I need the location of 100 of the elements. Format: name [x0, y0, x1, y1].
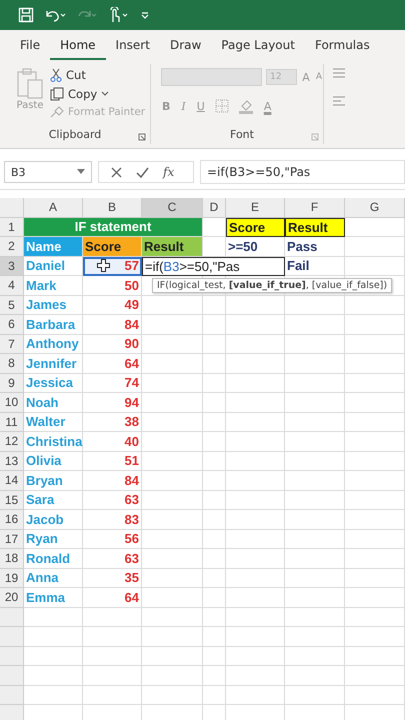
column-header[interactable]: E: [226, 198, 285, 218]
column-header[interactable]: G: [345, 198, 405, 218]
table-cell: Anna: [24, 568, 83, 588]
empty-cell: [203, 471, 226, 490]
row-header[interactable]: 12: [0, 432, 24, 452]
dropdown-icon[interactable]: [101, 91, 110, 97]
empty-cell: [203, 588, 226, 608]
empty-cell: [203, 296, 226, 315]
align-left-icon[interactable]: [332, 96, 346, 106]
empty-cell: [226, 334, 285, 354]
ribbon-tab[interactable]: Insert: [106, 38, 160, 60]
table-cell: 94: [83, 393, 142, 412]
row-header[interactable]: 9: [0, 374, 24, 393]
name-box[interactable]: B3: [4, 161, 92, 183]
row-header[interactable]: 18: [0, 549, 24, 568]
dropdown-icon[interactable]: [77, 169, 85, 175]
empty-cell: [226, 374, 285, 393]
empty-cell: [142, 686, 203, 705]
ribbon-tab[interactable]: Draw: [160, 38, 212, 60]
paste-label: Paste: [16, 100, 44, 111]
empty-cell: [226, 568, 285, 588]
column-header[interactable]: B: [83, 198, 142, 218]
empty-cell: [142, 666, 203, 686]
row-header[interactable]: 11: [0, 412, 24, 432]
empty-cell: [285, 452, 345, 471]
table-cell: Anthony: [24, 334, 83, 354]
brush-icon: [50, 106, 64, 118]
row-header[interactable]: 3: [0, 256, 24, 276]
empty-cell: [142, 510, 203, 530]
table-cell: Jessica: [24, 374, 83, 393]
column-header[interactable]: F: [285, 198, 345, 218]
column-heading: Name: [24, 237, 83, 256]
row-header[interactable]: 16: [0, 510, 24, 530]
empty-cell: [226, 510, 285, 530]
close-icon[interactable]: [111, 166, 122, 178]
empty-cell: [345, 412, 405, 432]
ribbon-tab[interactable]: Page Layout: [211, 38, 305, 60]
empty-cell: [226, 666, 285, 686]
empty-cell: [345, 354, 405, 374]
cursor-icon: [97, 259, 110, 272]
undo-icon[interactable]: [44, 8, 66, 22]
row-header[interactable]: 14: [0, 471, 24, 490]
table-cell: 74: [83, 374, 142, 393]
save-icon[interactable]: [18, 7, 34, 23]
table-cell: 84: [83, 471, 142, 490]
align-top-icon[interactable]: [332, 68, 346, 78]
row-header[interactable]: 19: [0, 568, 24, 588]
row-header[interactable]: 2: [0, 237, 24, 256]
empty-cell: [142, 296, 203, 315]
table-cell: Christina: [24, 432, 83, 452]
row-header[interactable]: 4: [0, 276, 24, 296]
empty-cell: [226, 354, 285, 374]
row-header[interactable]: 20: [0, 588, 24, 608]
copy-label[interactable]: Copy: [68, 87, 98, 101]
empty-cell: [345, 393, 405, 412]
row-header[interactable]: 8: [0, 354, 24, 374]
empty-cell: [142, 374, 203, 393]
cut-label[interactable]: Cut: [66, 68, 86, 82]
empty-cell: [345, 256, 405, 276]
row-header[interactable]: 6: [0, 315, 24, 334]
insert-function-button[interactable]: fx: [163, 165, 174, 179]
empty-cell: [345, 549, 405, 568]
empty-cell: [285, 510, 345, 530]
ribbon-tab[interactable]: File: [10, 38, 50, 60]
touch-mode-icon[interactable]: [108, 7, 130, 23]
column-heading: Score: [83, 237, 142, 256]
row-header[interactable]: 5: [0, 296, 24, 315]
row-header[interactable]: 13: [0, 452, 24, 471]
empty-cell: [285, 471, 345, 490]
empty-cell: [226, 627, 285, 646]
empty-cell: [345, 608, 405, 627]
empty-cell: [203, 686, 226, 705]
formula-field[interactable]: =if(B3>=50,"Pas: [200, 160, 405, 184]
empty-cell: [226, 452, 285, 471]
row-header[interactable]: 17: [0, 530, 24, 549]
copy-icon[interactable]: [50, 87, 64, 101]
dialog-launcher-icon[interactable]: [138, 133, 146, 141]
row-header[interactable]: 7: [0, 334, 24, 354]
empty-cell: [345, 471, 405, 490]
table-cell: Walter: [24, 412, 83, 432]
column-header[interactable]: D: [203, 198, 226, 218]
empty-cell: [203, 490, 226, 510]
customize-icon[interactable]: [140, 10, 150, 20]
check-icon[interactable]: [136, 166, 149, 178]
ribbon-tab[interactable]: Formulas: [304, 38, 380, 60]
row-header[interactable]: 10: [0, 393, 24, 412]
empty-cell: [285, 588, 345, 608]
empty-cell: [285, 646, 345, 666]
column-header[interactable]: A: [24, 198, 83, 218]
cell-editor[interactable]: =if(B3>=50,"Pas: [142, 256, 285, 276]
empty-cell: [226, 432, 285, 452]
scissors-icon[interactable]: [50, 68, 62, 82]
empty-cell: [226, 315, 285, 334]
empty-cell: [203, 432, 226, 452]
column-header[interactable]: C: [142, 198, 203, 218]
empty-cell: [285, 549, 345, 568]
row-header[interactable]: 15: [0, 490, 24, 510]
row-header[interactable]: 1: [0, 218, 24, 237]
empty-cell: [203, 608, 226, 627]
empty-cell: [226, 530, 285, 549]
